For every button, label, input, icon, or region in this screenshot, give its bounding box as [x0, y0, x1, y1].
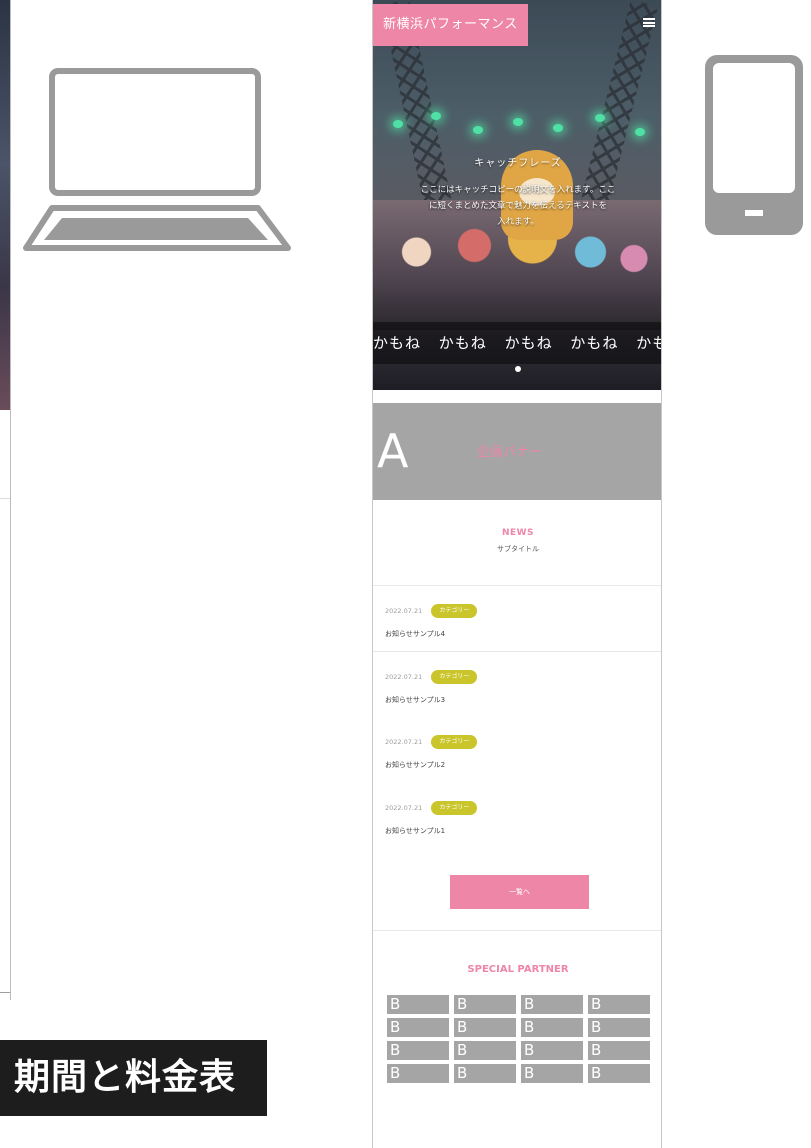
hero-description-line: に短くまとめた文章で魅力を伝えるテキストを: [429, 201, 607, 211]
divider: [373, 651, 661, 652]
divider: [373, 930, 661, 931]
news-date: 2022.07.21: [385, 803, 423, 812]
divider: [0, 498, 10, 499]
news-item[interactable]: 2022.07.21 カテゴリー お知らせサンプル4: [385, 600, 651, 639]
category-tag[interactable]: カテゴリー: [431, 669, 478, 684]
category-tag[interactable]: カテゴリー: [431, 734, 478, 749]
category-tag[interactable]: カテゴリー: [431, 603, 478, 618]
news-item-title[interactable]: お知らせサンプル4: [385, 629, 651, 639]
special-partner-title: SPECIAL PARTNER: [467, 964, 569, 975]
stage-light: [553, 124, 563, 132]
stage-light: [393, 120, 403, 128]
news-item-title[interactable]: お知らせサンプル3: [385, 695, 651, 705]
partner-logo[interactable]: B: [387, 1064, 449, 1083]
partner-logo[interactable]: B: [588, 995, 650, 1014]
site-logo[interactable]: 新横浜パフォーマンス: [373, 4, 528, 46]
stage-light: [431, 112, 441, 120]
laptop-icon: [23, 68, 291, 251]
scrolling-ticker: かもね かもね かもね かもね かもね か: [373, 322, 661, 364]
partner-logo[interactable]: B: [387, 995, 449, 1014]
ticker-item: かもね: [570, 334, 619, 352]
stage-light: [513, 118, 523, 126]
smartphone-icon: [705, 55, 803, 235]
price-table-heading: 期間と料金表: [0, 1040, 267, 1116]
news-subtitle: サブタイトル: [497, 545, 539, 553]
view-all-news-button[interactable]: 一覧へ: [450, 875, 589, 909]
partner-logo[interactable]: B: [588, 1064, 650, 1083]
partner-logo[interactable]: B: [588, 1018, 650, 1037]
divider: [373, 585, 661, 586]
stage-light: [635, 128, 645, 136]
partner-logo[interactable]: B: [387, 1018, 449, 1037]
stage-light: [595, 114, 605, 122]
partner-logo[interactable]: B: [454, 1018, 516, 1037]
hero-catchphrase: キャッチフレーズ: [474, 158, 562, 169]
hero-description: ここにはキャッチコピーの説明文を入れます。ここ に短くまとめた文章で魅力を伝える…: [381, 182, 655, 230]
ticker-item: かもね: [504, 334, 553, 352]
hero-description-line: 入れます。: [497, 217, 539, 227]
divider: [0, 992, 10, 993]
desktop-preview-edge: [0, 0, 11, 1000]
news-title: NEWS: [501, 528, 535, 538]
mobile-page-preview: 新横浜パフォーマンス キャッチフレーズ ここにはキャッチコピーの説明文を入れます…: [372, 0, 662, 1148]
partner-logo-grid: B B B B B B B B B B B B B B B B: [387, 995, 651, 1083]
news-date: 2022.07.21: [385, 672, 423, 681]
partner-logo[interactable]: B: [454, 1064, 516, 1083]
carousel-indicator[interactable]: [515, 366, 521, 372]
partner-logo[interactable]: B: [521, 995, 583, 1014]
partner-logo[interactable]: B: [521, 1041, 583, 1060]
ticker-item: かもね: [438, 334, 487, 352]
news-date: 2022.07.21: [385, 606, 423, 615]
partner-logo[interactable]: B: [387, 1041, 449, 1060]
news-item[interactable]: 2022.07.21 カテゴリー お知らせサンプル1: [385, 797, 651, 836]
partner-logo[interactable]: B: [521, 1064, 583, 1083]
ticker-item: かもね: [636, 334, 661, 352]
menu-icon[interactable]: [643, 18, 655, 27]
hero-description-line: ここにはキャッチコピーの説明文を入れます。ここ: [420, 185, 616, 195]
partner-logo[interactable]: B: [454, 995, 516, 1014]
news-item-title[interactable]: お知らせサンプル1: [385, 826, 651, 836]
banner-placeholder[interactable]: A 企画バナー: [373, 403, 661, 500]
news-item-title[interactable]: お知らせサンプル2: [385, 760, 651, 770]
partner-logo[interactable]: B: [521, 1018, 583, 1037]
stage-truss: [580, 0, 658, 211]
banner-letter: A: [377, 424, 409, 478]
banner-label: 企画バナー: [477, 445, 543, 460]
stage-light: [473, 126, 483, 134]
ticker-item: かもね: [373, 334, 422, 352]
partner-logo[interactable]: B: [588, 1041, 650, 1060]
partner-logo[interactable]: B: [454, 1041, 516, 1060]
news-heading: NEWS サブタイトル: [373, 528, 661, 554]
news-item[interactable]: 2022.07.21 カテゴリー お知らせサンプル2: [385, 731, 651, 770]
desktop-hero-image: [0, 0, 10, 410]
news-item[interactable]: 2022.07.21 カテゴリー お知らせサンプル3: [385, 666, 651, 705]
news-date: 2022.07.21: [385, 737, 423, 746]
category-tag[interactable]: カテゴリー: [431, 800, 478, 815]
